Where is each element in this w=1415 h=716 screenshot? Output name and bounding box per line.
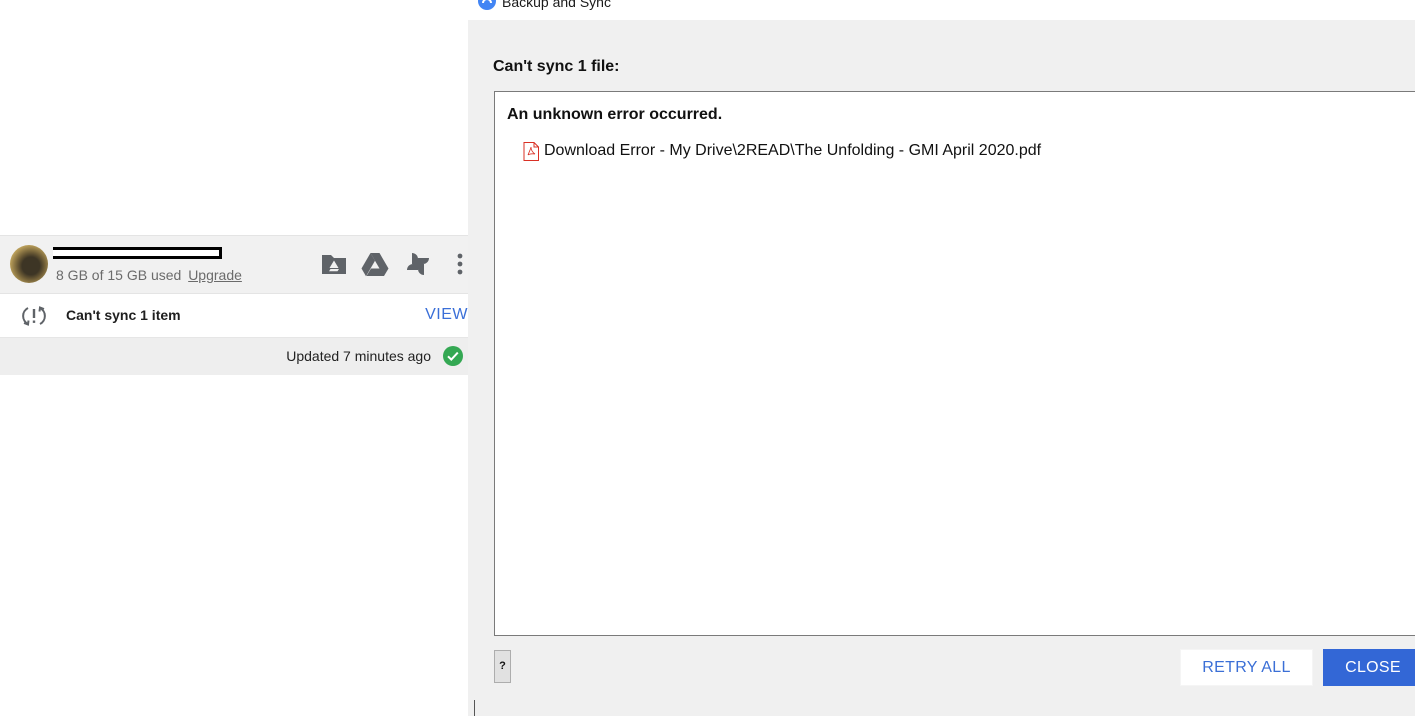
retry-all-button[interactable]: RETRY ALL — [1180, 649, 1313, 686]
backup-sync-tray-panel: 8 GB of 15 GB used Upgrade Can't sync 1 … — [0, 0, 468, 716]
error-list: An unknown error occurred. Download Erro… — [494, 91, 1415, 636]
sync-alert-text: Can't sync 1 item — [66, 307, 181, 323]
redacted-account-name — [53, 247, 222, 259]
google-drive-icon[interactable] — [361, 250, 389, 278]
pdf-file-icon — [523, 142, 539, 161]
help-button[interactable]: ? — [494, 650, 511, 683]
sync-alert-row: Can't sync 1 item VIEW — [0, 294, 468, 338]
sync-status-text: Updated 7 minutes ago — [286, 348, 431, 364]
sync-problem-icon — [21, 304, 47, 328]
google-photos-icon[interactable] — [404, 250, 432, 278]
error-group-title: An unknown error occurred. — [507, 106, 723, 123]
view-button[interactable]: VIEW — [425, 306, 468, 324]
error-file-text: Download Error - My Drive\2READ\The Unfo… — [544, 142, 1042, 159]
sync-status-row: Updated 7 minutes ago — [0, 338, 468, 375]
account-bar: 8 GB of 15 GB used Upgrade — [0, 235, 468, 294]
window-title: Backup and Sync — [502, 0, 611, 10]
sync-errors-dialog: Backup and Sync Can't sync 1 file: An un… — [468, 0, 1415, 716]
avatar[interactable] — [10, 245, 48, 283]
quota-text: 8 GB of 15 GB used — [56, 267, 182, 283]
backup-sync-app-icon — [478, 0, 496, 10]
upgrade-link[interactable]: Upgrade — [188, 267, 242, 283]
dialog-titlebar: Backup and Sync — [468, 0, 1415, 20]
open-folder-icon[interactable] — [320, 250, 348, 278]
check-circle-icon — [443, 346, 463, 366]
dialog-heading: Can't sync 1 file: — [493, 58, 620, 75]
window-edge-divider — [474, 700, 475, 716]
storage-quota: 8 GB of 15 GB used Upgrade — [56, 267, 242, 283]
screen: 8 GB of 15 GB used Upgrade Can't sync 1 … — [0, 0, 1415, 716]
close-button[interactable]: CLOSE — [1323, 649, 1415, 686]
